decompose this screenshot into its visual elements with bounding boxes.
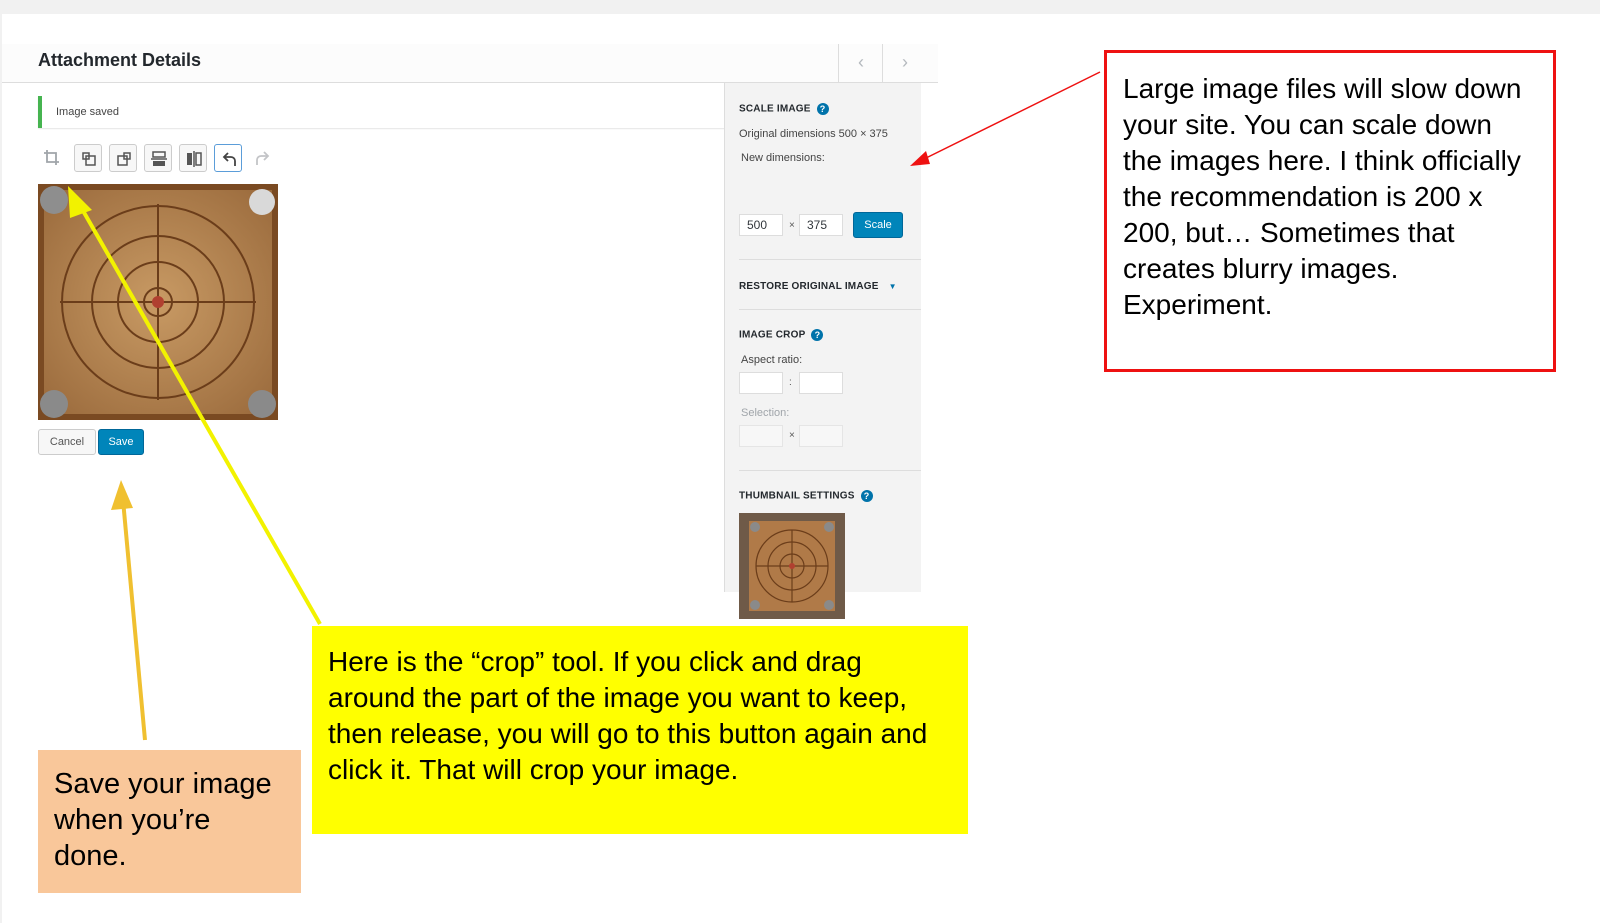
help-icon[interactable]: ? — [816, 103, 829, 115]
chevron-right-icon: › — [902, 52, 908, 72]
dimension-separator: × — [789, 220, 795, 231]
aspect-ratio-label: Aspect ratio: — [741, 354, 803, 366]
image-crop-heading: IMAGE CROP? — [739, 329, 824, 341]
notice-text: Image saved — [56, 106, 119, 118]
attachment-details-modal: Attachment Details ‹ › Image saved Cance… — [2, 44, 938, 619]
cancel-button[interactable]: Cancel — [38, 429, 96, 455]
rotate-left-button[interactable] — [74, 144, 102, 172]
crop-icon — [44, 150, 59, 165]
help-icon[interactable]: ? — [811, 329, 824, 341]
aspect-ratio-separator: : — [789, 377, 792, 388]
next-attachment-button[interactable]: › — [882, 44, 927, 82]
thumbnail-image — [739, 513, 845, 619]
save-annotation: Save your image when you’re done. — [38, 750, 301, 893]
image-settings-sidebar: SCALE IMAGE? Original dimensions 500 × 3… — [724, 83, 921, 619]
image-saved-notice: Image saved — [38, 96, 726, 128]
scale-button[interactable]: Scale — [853, 212, 903, 238]
scale-image-heading: SCALE IMAGE? — [739, 103, 829, 115]
rotate-right-icon — [117, 152, 131, 166]
scale-height-input[interactable] — [799, 214, 843, 236]
selection-width-input — [739, 425, 783, 447]
undo-icon — [222, 152, 236, 166]
page-title: Attachment Details — [38, 50, 202, 70]
carrom-board-image — [38, 184, 278, 420]
selection-label: Selection: — [741, 407, 790, 419]
redo-button[interactable] — [249, 144, 277, 172]
flip-vertical-icon — [151, 151, 167, 166]
thumbnail-settings-heading: THUMBNAIL SETTINGS? — [739, 490, 873, 502]
new-dimensions-label: New dimensions: — [741, 152, 825, 164]
restore-original-toggle[interactable]: RESTORE ORIGINAL IMAGE ▼ — [739, 281, 897, 292]
help-icon[interactable]: ? — [860, 490, 873, 502]
selection-separator: × — [789, 430, 795, 441]
selection-height-input — [799, 425, 843, 447]
dropdown-arrow-icon: ▼ — [888, 282, 897, 291]
crop-annotation: Here is the “crop” tool. If you click an… — [312, 626, 968, 834]
save-button[interactable]: Save — [98, 429, 144, 455]
crop-button[interactable] — [38, 144, 66, 172]
undo-button[interactable] — [214, 144, 242, 172]
modal-header: Attachment Details ‹ › — [2, 44, 938, 83]
previous-attachment-button[interactable]: ‹ — [838, 44, 883, 82]
edited-image-preview[interactable] — [38, 184, 278, 420]
thumbnail-preview[interactable] — [739, 513, 845, 619]
flip-horizontal-button[interactable] — [179, 144, 207, 172]
redo-icon — [256, 151, 270, 165]
aspect-ratio-width-input[interactable] — [739, 372, 783, 394]
original-dimensions: Original dimensions 500 × 375 — [739, 128, 888, 140]
scale-annotation: Large image files will slow down your si… — [1104, 50, 1556, 372]
flip-horizontal-icon — [187, 151, 202, 167]
section-divider — [739, 470, 921, 471]
rotate-right-button[interactable] — [109, 144, 137, 172]
section-divider — [739, 309, 921, 310]
rotate-left-icon — [82, 152, 96, 166]
flip-vertical-button[interactable] — [144, 144, 172, 172]
section-divider — [739, 259, 921, 260]
aspect-ratio-height-input[interactable] — [799, 372, 843, 394]
chevron-left-icon: ‹ — [858, 52, 864, 72]
scale-width-input[interactable] — [739, 214, 783, 236]
